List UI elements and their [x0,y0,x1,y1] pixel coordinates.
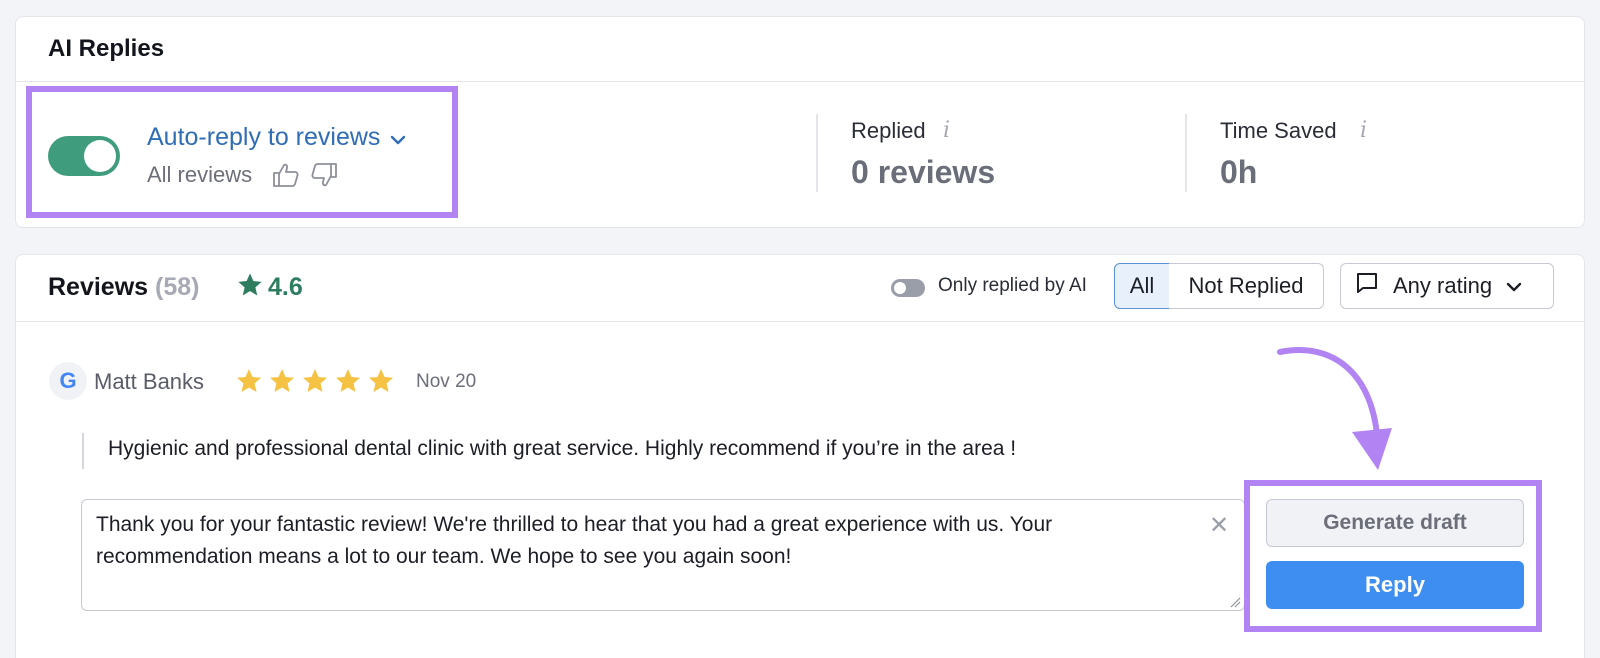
generate-draft-button[interactable]: Generate draft [1266,499,1524,547]
reviews-divider [16,321,1584,322]
time-saved-label: Time Saved [1220,118,1337,143]
auto-reply-label: Auto-reply to reviews [147,123,381,151]
quote-bar [82,433,84,469]
review-date: Nov 20 [416,371,477,392]
reply-textarea[interactable]: Thank you for your fantastic review! We'… [81,499,1245,611]
time-saved-value: 0h [1220,154,1258,190]
review-text: Hygienic and professional dental clinic … [108,437,1017,460]
star-rating [235,367,395,402]
resize-handle-icon[interactable] [1229,595,1241,613]
toggle-knob [84,140,116,172]
google-icon: G [49,362,87,400]
star-icon [237,369,261,392]
auto-reply-filter-text: All reviews [147,162,253,187]
star-icon [236,271,264,304]
arrow-annotation-icon [1277,347,1392,470]
star-icon [270,369,294,392]
chevron-down-icon [390,124,406,153]
reviews-title-text: Reviews [48,273,149,301]
ai-replies-title: AI Replies [48,35,165,62]
ai-replies-card: AI Replies [15,16,1585,228]
rating-filter-dropdown[interactable]: Any rating [1340,263,1554,309]
stats-divider-2 [1185,114,1187,192]
star-icon [303,369,327,392]
info-icon[interactable]: i [943,118,950,143]
average-rating: 4.6 [268,273,303,301]
message-icon [1355,271,1379,301]
reply-button[interactable]: Reply [1266,561,1524,609]
filter-tab-all[interactable]: All [1114,263,1170,309]
ai-replies-divider [16,81,1584,82]
auto-reply-toggle[interactable] [48,136,120,176]
chevron-down-icon [1506,273,1522,299]
thumbs-up-icon [272,162,300,193]
auto-reply-dropdown[interactable]: Auto-reply to reviews [147,123,406,153]
thumbs-down-icon [310,162,338,193]
toggle-knob [894,282,906,294]
info-icon[interactable]: i [1360,118,1367,143]
close-icon[interactable]: ✕ [1209,511,1229,540]
star-icon [369,369,393,392]
reviewer-name: Matt Banks [94,369,205,394]
replied-label: Replied [851,118,926,143]
rating-filter-label: Any rating [1393,273,1493,298]
reviews-title: Reviews (58) [48,273,199,302]
stats-divider-1 [816,114,818,192]
only-replied-by-ai-label: Only replied by AI [938,275,1087,296]
reviews-count: (58) [155,273,200,301]
replied-value: 0 reviews [851,154,996,190]
filter-tab-not-replied[interactable]: Not Replied [1169,263,1324,309]
star-icon [336,369,360,392]
only-replied-by-ai-toggle[interactable] [891,279,925,297]
